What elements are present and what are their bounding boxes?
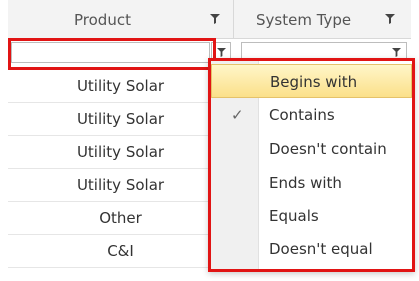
header-system-type[interactable]: System Type bbox=[234, 0, 411, 38]
menu-item-contains[interactable]: ✓ Contains bbox=[211, 98, 412, 132]
header-system-type-label: System Type bbox=[256, 11, 352, 29]
product-cell: Utility Solar bbox=[76, 176, 165, 194]
menu-item-doesnt-equal[interactable]: Doesn't equal bbox=[211, 232, 412, 266]
menu-item-label: Doesn't equal bbox=[269, 240, 373, 258]
product-cell: Utility Solar bbox=[76, 143, 165, 161]
grid-header: Product System Type bbox=[8, 0, 411, 39]
product-cell: Other bbox=[99, 209, 142, 227]
menu-item-label: Equals bbox=[269, 207, 319, 225]
menu-item-label: Doesn't contain bbox=[269, 140, 387, 158]
menu-item-ends-with[interactable]: Ends with bbox=[211, 166, 412, 200]
menu-item-equals[interactable]: Equals bbox=[211, 199, 412, 233]
menu-item-doesnt-contain[interactable]: Doesn't contain bbox=[211, 132, 412, 166]
funnel-icon[interactable] bbox=[385, 14, 395, 24]
product-cell: Utility Solar bbox=[76, 77, 165, 95]
product-filter-input[interactable] bbox=[11, 42, 210, 63]
menu-item-label: Ends with bbox=[269, 174, 342, 192]
menu-item-label: Begins with bbox=[270, 73, 358, 91]
check-icon: ✓ bbox=[231, 106, 244, 124]
menu-item-begins-with[interactable]: Begins with bbox=[211, 64, 412, 98]
menu-item-label: Contains bbox=[269, 106, 335, 124]
funnel-icon[interactable] bbox=[210, 14, 220, 24]
funnel-icon bbox=[217, 48, 226, 57]
product-cell: C&I bbox=[107, 242, 134, 260]
filter-operator-menu: Begins with ✓ Contains Doesn't contain E… bbox=[208, 58, 415, 272]
header-product[interactable]: Product bbox=[8, 0, 234, 38]
funnel-icon bbox=[392, 48, 401, 57]
product-cell: Utility Solar bbox=[76, 110, 165, 128]
header-product-label: Product bbox=[74, 11, 131, 29]
